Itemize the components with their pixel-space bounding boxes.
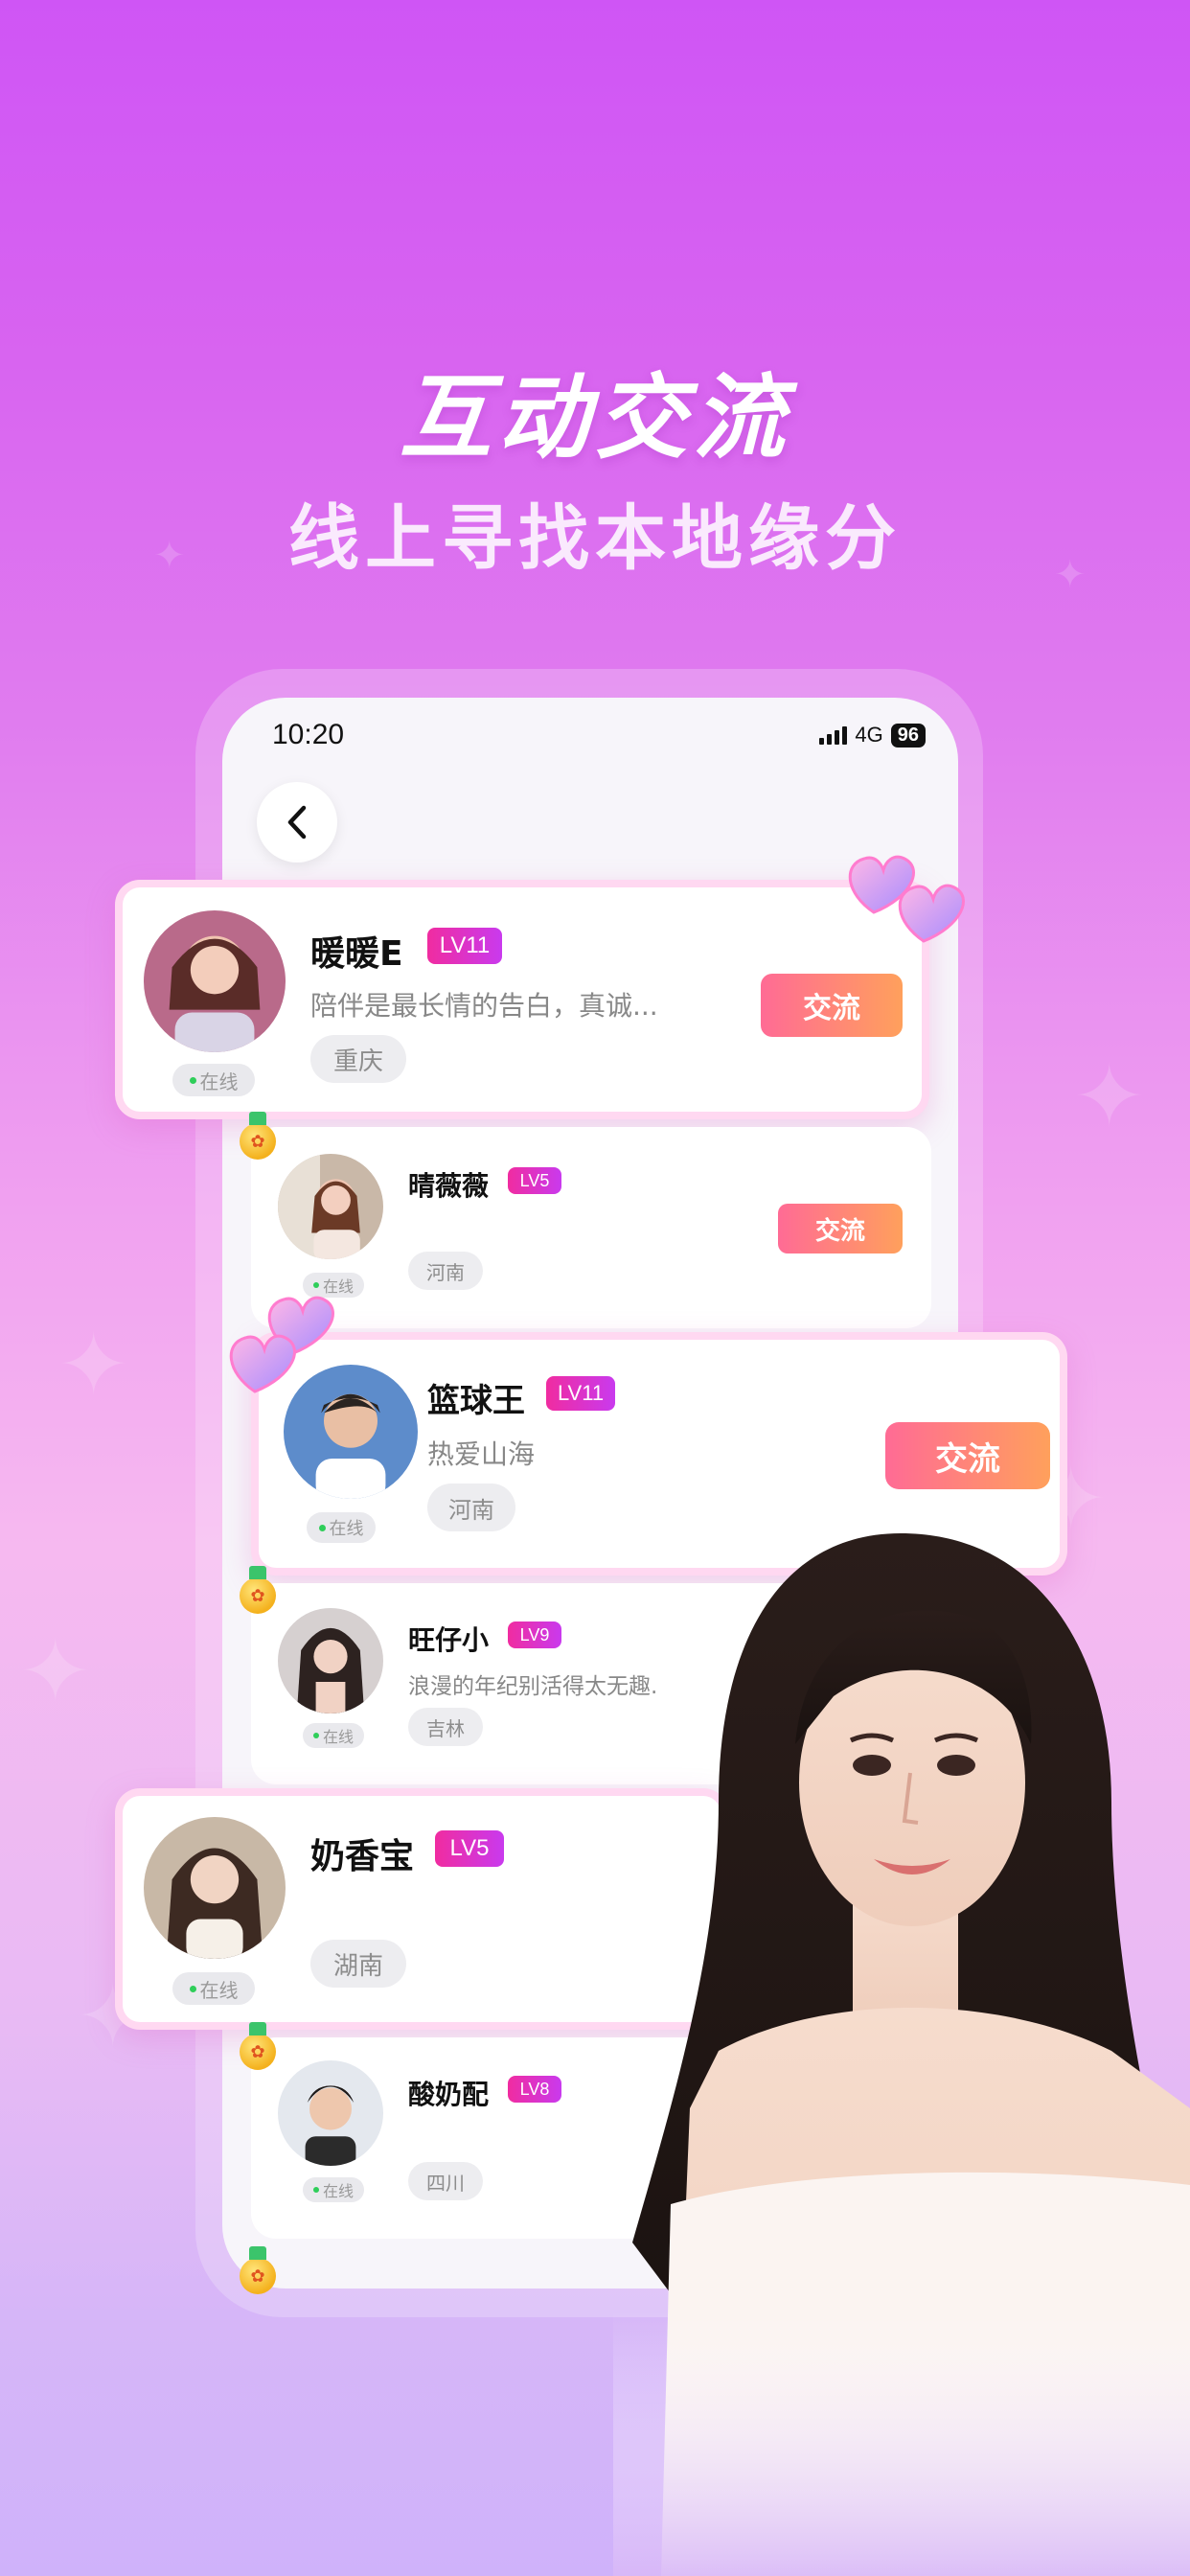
online-dot	[189, 1076, 196, 1084]
online-label: 在线	[322, 1728, 354, 1746]
sparkle-decoration: ✦	[19, 1622, 92, 1722]
chat-button[interactable]: 交流	[761, 974, 903, 1037]
user-name: 酸奶配	[408, 2079, 490, 2110]
back-button[interactable]	[257, 782, 337, 862]
avatar[interactable]	[278, 1608, 383, 1714]
level-badge: LV5	[435, 1830, 504, 1867]
chat-button[interactable]: 交流	[778, 1204, 903, 1254]
location-tag: 河南	[427, 1484, 515, 1531]
chevron-left-icon	[287, 805, 307, 840]
online-dot	[189, 1985, 196, 1992]
battery-icon: 96	[890, 723, 926, 748]
online-badge: 在线	[303, 1723, 364, 1748]
avatar[interactable]	[278, 1154, 383, 1259]
level-badge: LV5	[508, 1167, 561, 1194]
chat-button[interactable]: 交流	[885, 1422, 1050, 1489]
status-icons: 4G 96	[819, 723, 926, 748]
online-dot	[312, 1282, 319, 1288]
level-badge: LV9	[508, 1622, 561, 1648]
avatar[interactable]	[278, 2060, 383, 2166]
online-badge: 在线	[172, 1064, 255, 1096]
location-tag: 湖南	[310, 1940, 406, 1988]
online-label: 在线	[322, 1277, 354, 1296]
level-badge: LV11	[546, 1376, 615, 1411]
avatar[interactable]	[144, 1817, 286, 1959]
online-label: 在线	[199, 1978, 239, 2002]
user-bio: 陪伴是最长情的告白，真诚...	[310, 990, 658, 1022]
online-dot	[312, 1733, 319, 1738]
sparkle-decoration: ✦	[57, 1315, 130, 1415]
user-name: 旺仔小	[408, 1624, 490, 1656]
online-badge: 在线	[303, 1273, 364, 1298]
user-name: 暖暖E	[310, 934, 403, 974]
level-badge: LV8	[508, 2076, 561, 2103]
level-badge: LV11	[427, 928, 502, 964]
medal-icon: ✿	[240, 2022, 276, 2070]
hearts-decoration	[229, 1296, 334, 1393]
location-tag: 河南	[408, 1252, 483, 1290]
signal-icon	[819, 725, 848, 745]
location-tag: 重庆	[310, 1035, 406, 1083]
online-badge: 在线	[172, 1972, 255, 2005]
medal-icon: ✿	[240, 1566, 276, 1614]
user-name: 晴薇薇	[408, 1170, 490, 1202]
online-badge: 在线	[307, 1512, 376, 1543]
promo-title: 互动交流	[400, 364, 790, 472]
user-name: 篮球王	[427, 1382, 525, 1420]
location-tag: 四川	[408, 2162, 483, 2200]
status-time: 10:20	[272, 719, 345, 750]
location-tag: 吉林	[408, 1708, 483, 1746]
online-dot	[318, 1524, 326, 1531]
user-bio: 热爱山海	[427, 1438, 536, 1470]
online-label: 在线	[329, 1519, 364, 1539]
sparkle-decoration: ✦	[1073, 1046, 1146, 1147]
online-dot	[312, 2187, 319, 2193]
promo-subtitle: 线上寻找本地缘分	[288, 497, 902, 580]
medal-icon: ✿	[240, 2246, 276, 2294]
hearts-decoration	[848, 855, 965, 943]
user-card[interactable]: 在线 晴薇薇 LV5 河南 交流	[251, 1127, 931, 1328]
medal-icon: ✿	[240, 1112, 276, 1160]
user-name: 奶香宝	[310, 1837, 415, 1876]
online-label: 在线	[199, 1070, 239, 1093]
user-card[interactable]: 在线 暖暖E LV11 陪伴是最长情的告白，真诚... 重庆 交流	[115, 880, 929, 1119]
model-photo	[613, 1514, 1190, 2576]
online-label: 在线	[322, 2182, 354, 2200]
online-badge: 在线	[303, 2177, 364, 2202]
avatar[interactable]	[144, 910, 286, 1052]
network-label: 4G	[855, 723, 883, 747]
